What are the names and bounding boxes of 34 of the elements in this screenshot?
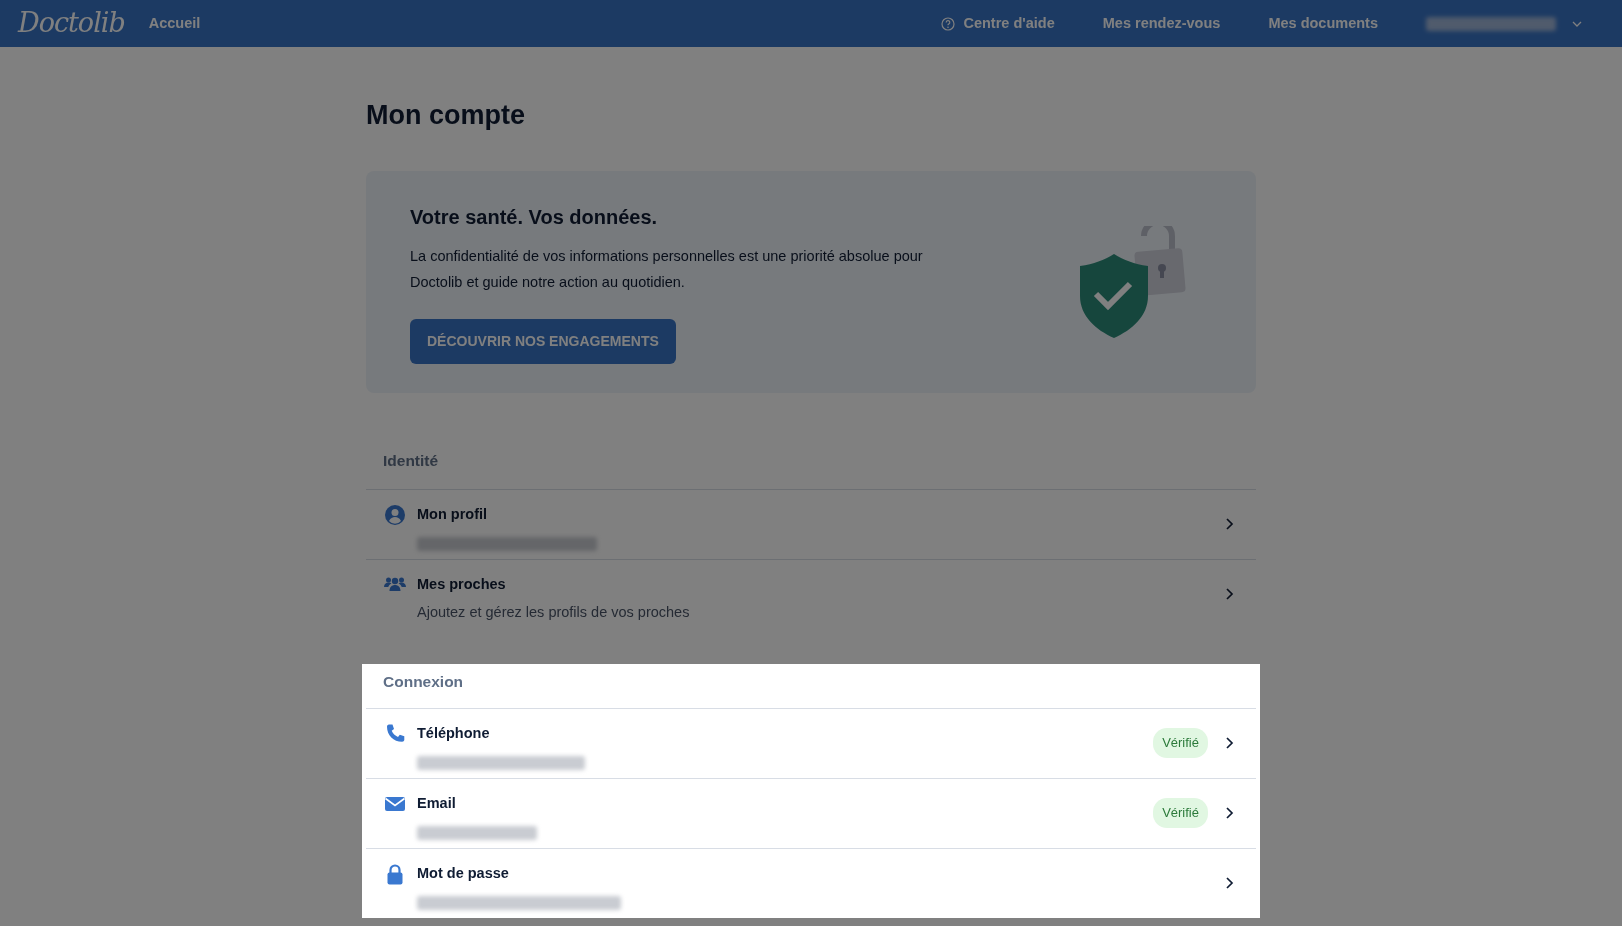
nav-link[interactable]: Mes documents [1268,12,1378,35]
person-icon [384,504,406,527]
engagements-button[interactable]: DÉCOUVRIR NOS ENGAGEMENTS [410,319,676,365]
page-title: Mon compte [366,99,526,132]
settings-row[interactable]: Mes proches Ajoutez et gérez les profils de vos proches [366,559,1256,630]
chevron-right-icon [1224,516,1236,531]
row-label: Téléphone [417,724,491,744]
verified-badge: Vérifié [1153,798,1208,828]
row-description: Ajoutez et gérez les profils de vos proches [417,603,691,623]
section-heading: Identité [382,451,440,472]
chevron-right-icon [1224,735,1236,750]
row-label: Mot de passe [417,864,510,884]
nav-link[interactable]: Centre d'aide [941,12,1055,35]
section-heading: Connexion [382,672,465,693]
chevron-right-icon [1224,586,1236,601]
banner-title: Votre santé. Vos données. [410,205,659,230]
padlock-icon [384,863,406,886]
row-label: Email [417,794,457,814]
home-link[interactable]: Accueil [148,12,201,35]
logo[interactable]: Doctolib [18,3,125,44]
chevron-right-icon [1224,805,1236,820]
row-label: Mes proches [417,575,507,595]
settings-row[interactable]: Email Vérifié [366,778,1256,849]
row-label: Mon profil [417,505,489,525]
settings-row[interactable]: Mon profil [366,489,1256,560]
settings-row[interactable]: Mot de passe [366,848,1256,919]
banner-text: La confidentialité de vos informations personnelles est une priorité absolue pour Doctolib et guide notre action au quotidien. [410,247,924,293]
verified-badge: Vérifié [1153,728,1208,758]
help-icon [941,16,956,31]
user-menu[interactable] [1426,16,1582,31]
nav-link[interactable]: Mes rendez-vous [1102,12,1221,35]
caret-icon [1572,20,1582,27]
chevron-right-icon [1224,875,1236,890]
settings-row[interactable]: Téléphone Vérifié [366,708,1256,779]
